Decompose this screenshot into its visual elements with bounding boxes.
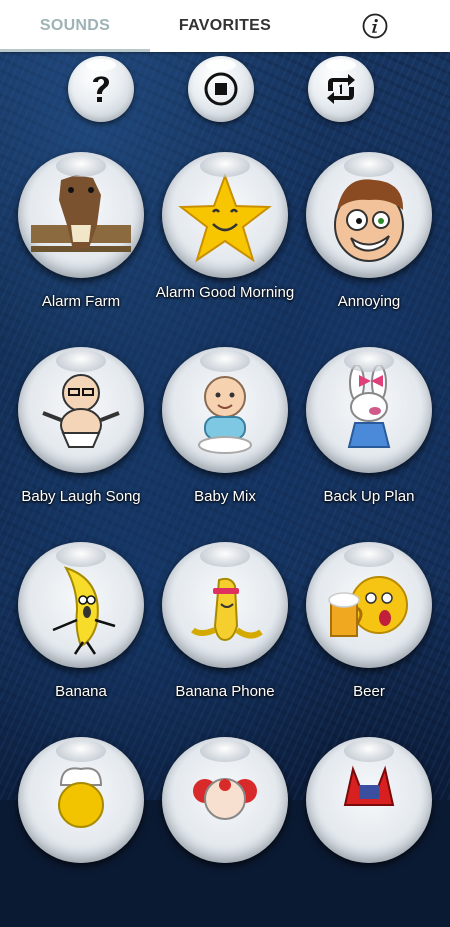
dancing-banana-icon [52, 566, 116, 655]
sound-item-back-up-plan[interactable]: Back Up Plan [297, 347, 441, 537]
sound-bubble[interactable] [18, 737, 144, 863]
tab-sounds[interactable]: SOUNDS [0, 0, 150, 52]
sitting-baby-icon [198, 376, 252, 454]
sound-bubble[interactable] [18, 152, 144, 278]
clown-icon [193, 778, 257, 820]
sound-item-alarm-good-morning[interactable]: Alarm Good Morning [153, 152, 297, 342]
sound-label: Back Up Plan [323, 488, 415, 505]
sound-label: Banana [55, 683, 107, 700]
sound-bubble[interactable] [18, 347, 144, 473]
sound-bubble[interactable] [162, 737, 288, 863]
tab-favorites[interactable]: FAVORITES [150, 0, 300, 52]
help-button[interactable] [68, 56, 134, 122]
sound-item-annoying[interactable]: Annoying [297, 152, 441, 342]
sound-item-alarm-farm[interactable]: Alarm Farm [9, 152, 153, 342]
stop-button[interactable] [188, 56, 254, 122]
sound-item-baby-mix[interactable]: Baby Mix [153, 347, 297, 537]
sound-bubble[interactable] [306, 347, 432, 473]
sound-bubble[interactable] [306, 152, 432, 278]
sound-item-beer[interactable]: Beer [297, 542, 441, 732]
banana-phone-icon [191, 577, 263, 642]
sound-label: Baby Laugh Song [21, 488, 141, 505]
sound-label: Banana Phone [175, 683, 275, 700]
sound-item-banana[interactable]: Banana [9, 542, 153, 732]
horse-icon [31, 175, 131, 252]
sound-label: Beer [353, 683, 385, 700]
info-icon[interactable] [300, 0, 450, 52]
sound-label: Alarm Good Morning [155, 284, 295, 301]
repeat-button[interactable] [308, 56, 374, 122]
sound-bubble[interactable] [306, 542, 432, 668]
red-creature-icon [343, 765, 395, 806]
sound-item-baby-laugh-song[interactable]: Baby Laugh Song [9, 347, 153, 537]
stop-icon [204, 72, 238, 106]
sound-label: Alarm Farm [41, 293, 121, 310]
sound-bubble[interactable] [306, 737, 432, 863]
smiling-star-icon [178, 173, 272, 263]
beer-smiley-icon [328, 576, 408, 637]
sound-label: Annoying [337, 293, 401, 310]
sound-bubble[interactable] [162, 542, 288, 668]
repeat-icon [327, 74, 355, 104]
sound-label: Baby Mix [194, 488, 256, 505]
sound-bubble[interactable] [162, 347, 288, 473]
bunny-icon [347, 365, 391, 448]
cartoon-baby-icon [42, 374, 120, 448]
sound-item-clown[interactable] [153, 737, 297, 927]
cartoon-face-icon [334, 179, 404, 262]
question-icon [93, 76, 109, 102]
sound-bubble[interactable] [162, 152, 288, 278]
sound-item-chef[interactable] [9, 737, 153, 927]
sound-item-red-creature[interactable] [297, 737, 441, 927]
tab-bar: SOUNDS FAVORITES [0, 0, 450, 52]
sound-bubble[interactable] [18, 542, 144, 668]
sound-item-banana-phone[interactable]: Banana Phone [153, 542, 297, 732]
chef-icon [58, 767, 104, 828]
